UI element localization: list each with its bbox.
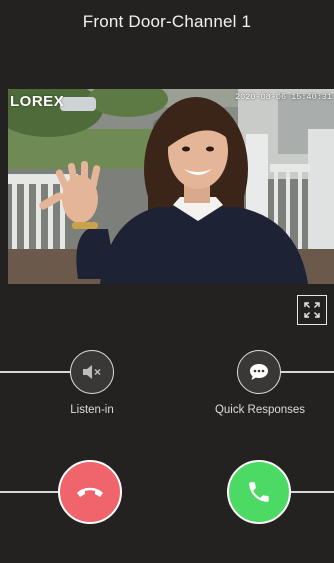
fullscreen-button[interactable] <box>297 295 327 325</box>
live-video-feed[interactable]: LOREX 2020-08-06 15:40:31 <box>8 89 334 284</box>
doorbell-call-screen: Front Door-Channel 1 LOREX 2020-08-06 15… <box>0 0 334 563</box>
decline-call-button[interactable] <box>58 460 122 524</box>
quick-responses-connector-line <box>281 371 334 373</box>
video-timestamp: 2020-08-06 15:40:31 <box>235 92 332 102</box>
listen-in-button[interactable] <box>70 350 114 394</box>
page-title: Front Door-Channel 1 <box>82 12 252 31</box>
decline-connector-line <box>0 491 60 493</box>
quick-responses-label: Quick Responses <box>214 404 306 416</box>
listen-connector-line <box>0 371 70 373</box>
chat-bubble-icon <box>250 364 268 380</box>
phone-hangup-icon <box>77 487 103 497</box>
lorex-logo: LOREX <box>10 93 65 110</box>
accept-call-button[interactable] <box>227 460 291 524</box>
quick-responses-button[interactable] <box>237 350 281 394</box>
speaker-muted-icon <box>83 365 101 379</box>
accept-connector-line <box>291 491 334 493</box>
expand-icon <box>304 302 320 318</box>
listen-in-label: Listen-in <box>70 404 114 416</box>
phone-icon <box>249 482 269 502</box>
video-frame <box>8 89 334 284</box>
